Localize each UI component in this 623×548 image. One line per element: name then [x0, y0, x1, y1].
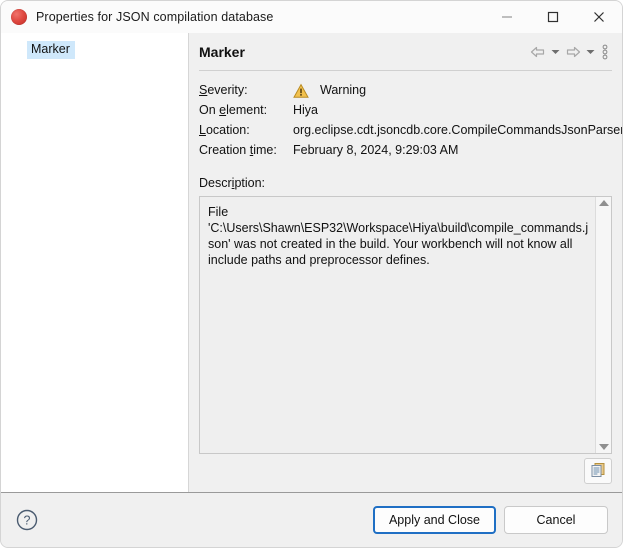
creation-time-label: Creation time:: [199, 143, 277, 157]
warning-icon: [293, 83, 309, 99]
header-divider: [199, 70, 612, 71]
copy-to-clipboard-icon: [590, 462, 606, 481]
field-row-creation-time: Creation time: February 8, 2024, 9:29:03…: [199, 140, 612, 160]
panel-header: Marker: [199, 33, 612, 67]
back-dropdown-caret-icon[interactable]: [549, 42, 562, 62]
page-title: Marker: [199, 44, 245, 60]
on-element-label: On element:: [199, 103, 268, 117]
severity-value-group: Warning: [293, 82, 366, 98]
creation-time-value: February 8, 2024, 9:29:03 AM: [293, 143, 459, 157]
field-row-severity: Severity: Warning: [199, 80, 612, 100]
cancel-button[interactable]: Cancel: [504, 506, 608, 534]
location-value: org.eclipse.cdt.jsoncdb.core.CompileComm…: [293, 123, 623, 137]
description-label: Description:: [199, 176, 266, 190]
sidebar-item-label: Marker: [31, 42, 70, 56]
marker-fields: Severity: Warning On element: Hiya Locat…: [199, 80, 622, 160]
severity-value: Warning: [320, 83, 367, 97]
svg-text:?: ?: [24, 514, 31, 528]
title-bar: Properties for JSON compilation database: [1, 1, 622, 33]
eclipse-icon: [11, 9, 27, 25]
panel-toolbar: [528, 42, 612, 62]
description-scrollbar[interactable]: [595, 197, 611, 453]
description-text[interactable]: File 'C:\Users\Shawn\ESP32\Workspace\Hiy…: [200, 197, 595, 453]
field-row-location: Location: org.eclipse.cdt.jsoncdb.core.C…: [199, 120, 622, 140]
apply-and-close-button[interactable]: Apply and Close: [372, 506, 496, 534]
back-arrow-icon[interactable]: [528, 42, 548, 62]
dialog-footer: ? Apply and Close Cancel: [1, 493, 622, 547]
forward-dropdown-caret-icon[interactable]: [584, 42, 597, 62]
maximize-button[interactable]: [530, 1, 576, 33]
window-title: Properties for JSON compilation database: [36, 10, 274, 24]
sidebar-item-marker[interactable]: Marker: [27, 41, 75, 59]
minimize-button[interactable]: [484, 1, 530, 33]
dialog-body: Marker Marker Severity: Warning On eleme…: [1, 33, 622, 492]
location-label: Location:: [199, 123, 250, 137]
properties-dialog: Properties for JSON compilation database…: [0, 0, 623, 548]
marker-page: Marker Severity: Warning On element: Hiy…: [189, 33, 622, 492]
close-button[interactable]: [576, 1, 622, 33]
help-icon[interactable]: ?: [15, 508, 39, 532]
scroll-down-arrow-icon[interactable]: [598, 444, 609, 450]
field-row-on-element: On element: Hiya: [199, 100, 612, 120]
scroll-up-arrow-icon[interactable]: [598, 200, 609, 206]
severity-label: Severity:: [199, 83, 248, 97]
window-controls: [484, 1, 622, 33]
description-field[interactable]: File 'C:\Users\Shawn\ESP32\Workspace\Hiy…: [199, 196, 612, 454]
copy-to-clipboard-button[interactable]: [584, 458, 612, 484]
view-menu-icon[interactable]: [598, 42, 612, 62]
forward-arrow-icon[interactable]: [563, 42, 583, 62]
on-element-value: Hiya: [293, 103, 319, 117]
copy-row: [199, 454, 612, 492]
settings-tree: Marker: [1, 33, 189, 492]
